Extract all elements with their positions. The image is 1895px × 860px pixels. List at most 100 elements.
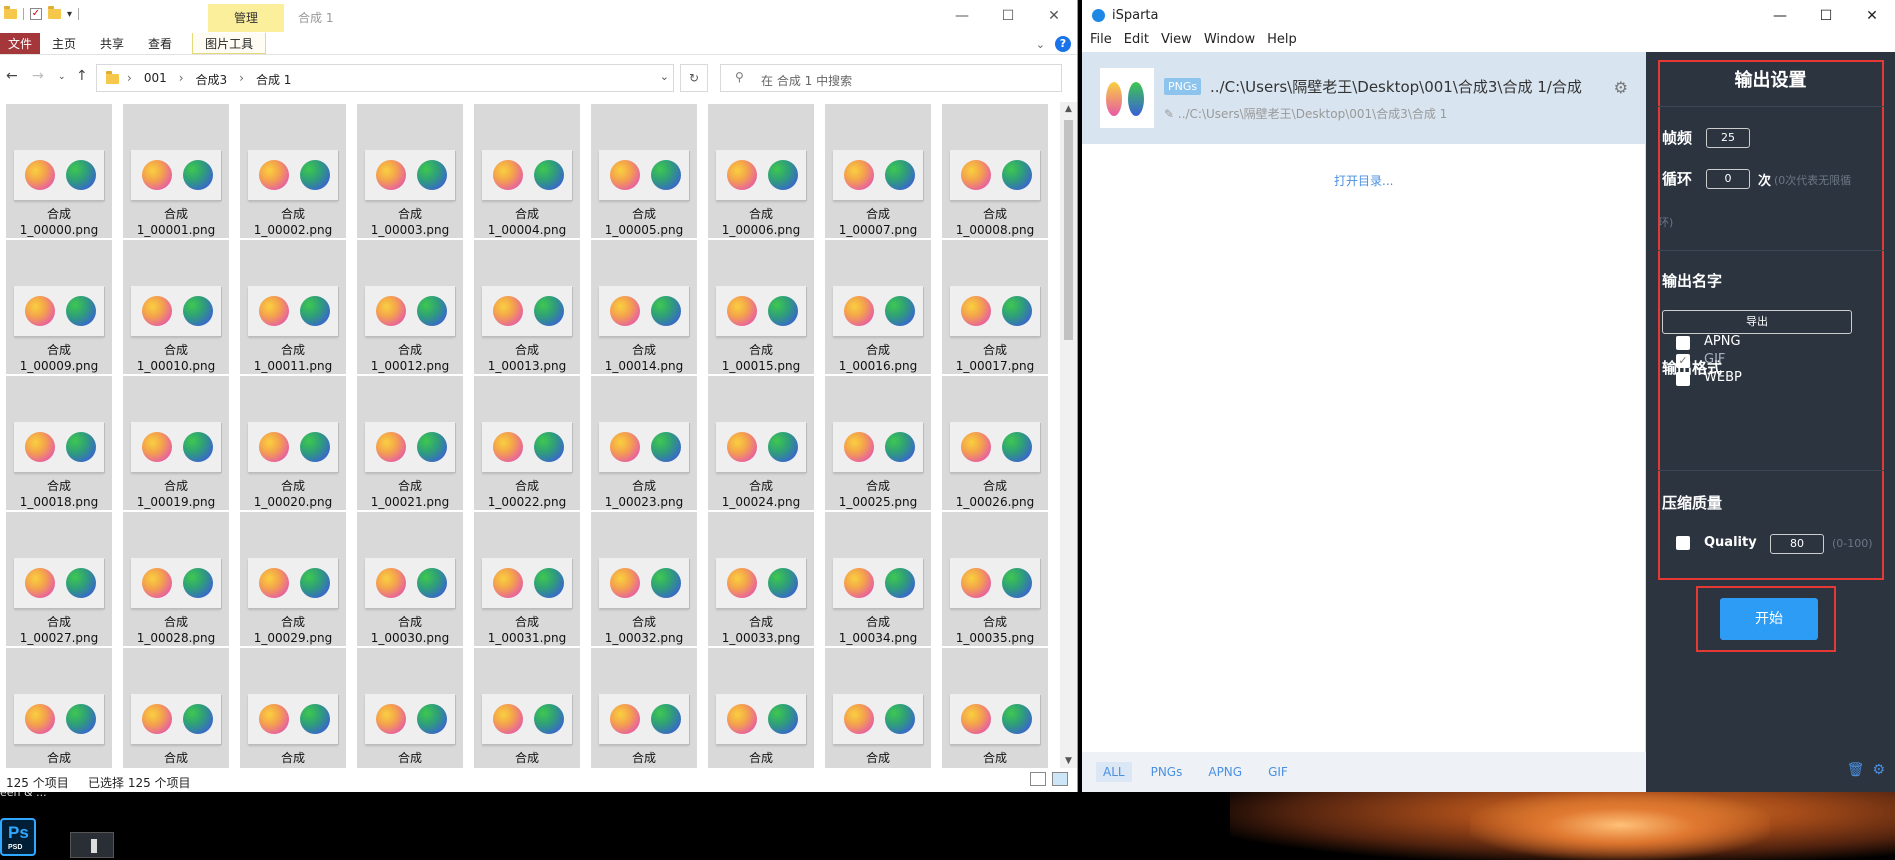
gear-icon[interactable]: ⚙ [1872,762,1885,778]
new-folder-icon[interactable] [48,6,61,19]
file-tile[interactable]: 合成 1_00016.png [825,240,931,374]
address-dropdown-icon[interactable]: ⌄ [660,70,669,83]
file-tile[interactable]: 合成 1_00004.png [474,104,580,238]
scroll-down-icon[interactable]: ▼ [1060,756,1077,766]
forward-icon[interactable]: → [32,68,44,84]
menu-help[interactable]: Help [1267,32,1297,52]
file-tile[interactable]: 合成 1_00034.png [825,512,931,646]
tab-file[interactable]: 文件 [0,33,41,54]
file-tile[interactable]: 合成 1_00026.png [942,376,1048,510]
file-tile[interactable]: 合成 [123,648,229,768]
tab-share[interactable]: 共享 [88,33,136,54]
file-tile[interactable]: 合成 1_00009.png [6,240,112,374]
open-directory-link[interactable]: 打开目录... [1334,172,1393,189]
breadcrumb-item[interactable]: 合成3 [196,71,228,88]
file-tile[interactable]: 合成 1_00001.png [123,104,229,238]
file-tile[interactable]: 合成 1_00033.png [708,512,814,646]
details-view-icon[interactable] [1030,772,1046,786]
file-tile[interactable]: 合成 1_00035.png [942,512,1048,646]
file-tile[interactable]: 合成 1_00020.png [240,376,346,510]
up-icon[interactable]: ↑ [76,68,88,84]
file-tile[interactable]: 合成 1_00028.png [123,512,229,646]
filter-gif[interactable]: GIF [1261,762,1295,782]
address-bar[interactable]: › 001 › 合成3 › 合成 1 ⌄ [96,64,674,92]
minimize-icon[interactable]: — [1757,4,1803,28]
scrollbar-thumb[interactable] [1064,120,1073,340]
file-tile[interactable]: 合成 [591,648,697,768]
refresh-icon[interactable]: ↻ [680,64,708,92]
file-tile[interactable]: 合成 1_00027.png [6,512,112,646]
fps-input[interactable]: 25 [1706,128,1750,148]
tab-manage[interactable]: 管理 [208,4,284,32]
properties-icon[interactable]: ✓ [30,8,42,20]
format-checkbox-apng[interactable] [1676,336,1690,350]
quality-checkbox[interactable] [1676,536,1690,550]
maximize-icon[interactable]: ☐ [985,4,1031,28]
file-tile[interactable]: 合成 1_00000.png [6,104,112,238]
menu-view[interactable]: View [1161,32,1192,52]
export-name-button[interactable]: 导出 [1662,310,1852,334]
menu-edit[interactable]: Edit [1124,32,1149,52]
photoshop-file-icon[interactable]: Ps PSD [0,818,36,856]
file-tile[interactable]: 合成 1_00015.png [708,240,814,374]
tab-home[interactable]: 主页 [40,33,88,54]
file-tile[interactable]: 合成 1_00002.png [240,104,346,238]
file-tile[interactable]: 合成 1_00003.png [357,104,463,238]
back-icon[interactable]: ← [6,68,18,84]
file-tile[interactable]: 合成 1_00021.png [357,376,463,510]
vertical-scrollbar[interactable]: ▲ ▼ [1060,102,1077,768]
tab-picture-tools[interactable]: 图片工具 [192,33,267,54]
filter-apng[interactable]: APNG [1201,762,1249,782]
large-icons-view-icon[interactable] [1052,772,1068,786]
file-tile[interactable]: 合成 1_00025.png [825,376,931,510]
file-tile[interactable]: 合成 1_00008.png [942,104,1048,238]
list-item[interactable]: PNGs ../C:\Users\隔壁老王\Desktop\001\合成3\合成… [1082,52,1646,144]
gear-icon[interactable]: ⚙ [1614,78,1628,97]
menu-window[interactable]: Window [1204,32,1255,52]
format-checkbox-webp[interactable] [1676,372,1690,386]
trash-icon[interactable]: 🗑 [1847,762,1865,778]
close-icon[interactable]: ✕ [1031,4,1077,28]
file-tile[interactable]: 合成 [942,648,1048,768]
file-tile[interactable]: 合成 [708,648,814,768]
file-tile[interactable]: 合成 1_00031.png [474,512,580,646]
file-tile[interactable]: 合成 1_00022.png [474,376,580,510]
file-tile[interactable]: 合成 1_00029.png [240,512,346,646]
file-tile[interactable]: 合成 1_00018.png [6,376,112,510]
minimize-icon[interactable]: — [939,4,985,28]
file-tile[interactable]: 合成 1_00013.png [474,240,580,374]
close-icon[interactable]: ✕ [1849,4,1895,28]
scroll-up-icon[interactable]: ▲ [1060,104,1077,114]
file-tile[interactable]: 合成 [240,648,346,768]
format-checkbox-gif[interactable]: ✓ [1676,354,1690,368]
filter-pngs[interactable]: PNGs [1144,762,1190,782]
file-tile[interactable]: 合成 [357,648,463,768]
file-tile[interactable]: 合成 1_00024.png [708,376,814,510]
file-tile[interactable]: 合成 1_00010.png [123,240,229,374]
file-tile[interactable]: 合成 [6,648,112,768]
loop-input[interactable]: 0 [1706,169,1750,189]
help-icon[interactable]: ? [1055,36,1071,52]
breadcrumb-item[interactable]: 合成 1 [256,71,291,88]
file-tile[interactable]: 合成 1_00023.png [591,376,697,510]
tab-view[interactable]: 查看 [136,33,184,54]
expand-ribbon-icon[interactable]: ⌄ [1036,38,1045,51]
file-tile[interactable]: 合成 1_00011.png [240,240,346,374]
search-input[interactable]: ⚲ 在 合成 1 中搜索 [720,64,1062,92]
breadcrumb-item[interactable]: 001 [144,71,167,88]
file-tile[interactable]: 合成 1_00014.png [591,240,697,374]
maximize-icon[interactable]: ☐ [1803,4,1849,28]
filter-all[interactable]: ALL [1096,762,1132,782]
file-tile[interactable]: 合成 1_00032.png [591,512,697,646]
file-tile[interactable]: 合成 1_00017.png [942,240,1048,374]
file-tile[interactable]: 合成 1_00030.png [357,512,463,646]
desktop-thumbnail-icon[interactable] [70,832,114,858]
quality-input[interactable]: 80 [1770,534,1824,554]
recent-dropdown-icon[interactable]: ⌄ [58,72,66,82]
menu-file[interactable]: File [1090,32,1112,52]
file-tile[interactable]: 合成 1_00012.png [357,240,463,374]
file-tile[interactable]: 合成 1_00019.png [123,376,229,510]
customize-qa-icon[interactable]: ▾ [67,9,72,20]
file-tile[interactable]: 合成 [474,648,580,768]
file-tile[interactable]: 合成 1_00007.png [825,104,931,238]
